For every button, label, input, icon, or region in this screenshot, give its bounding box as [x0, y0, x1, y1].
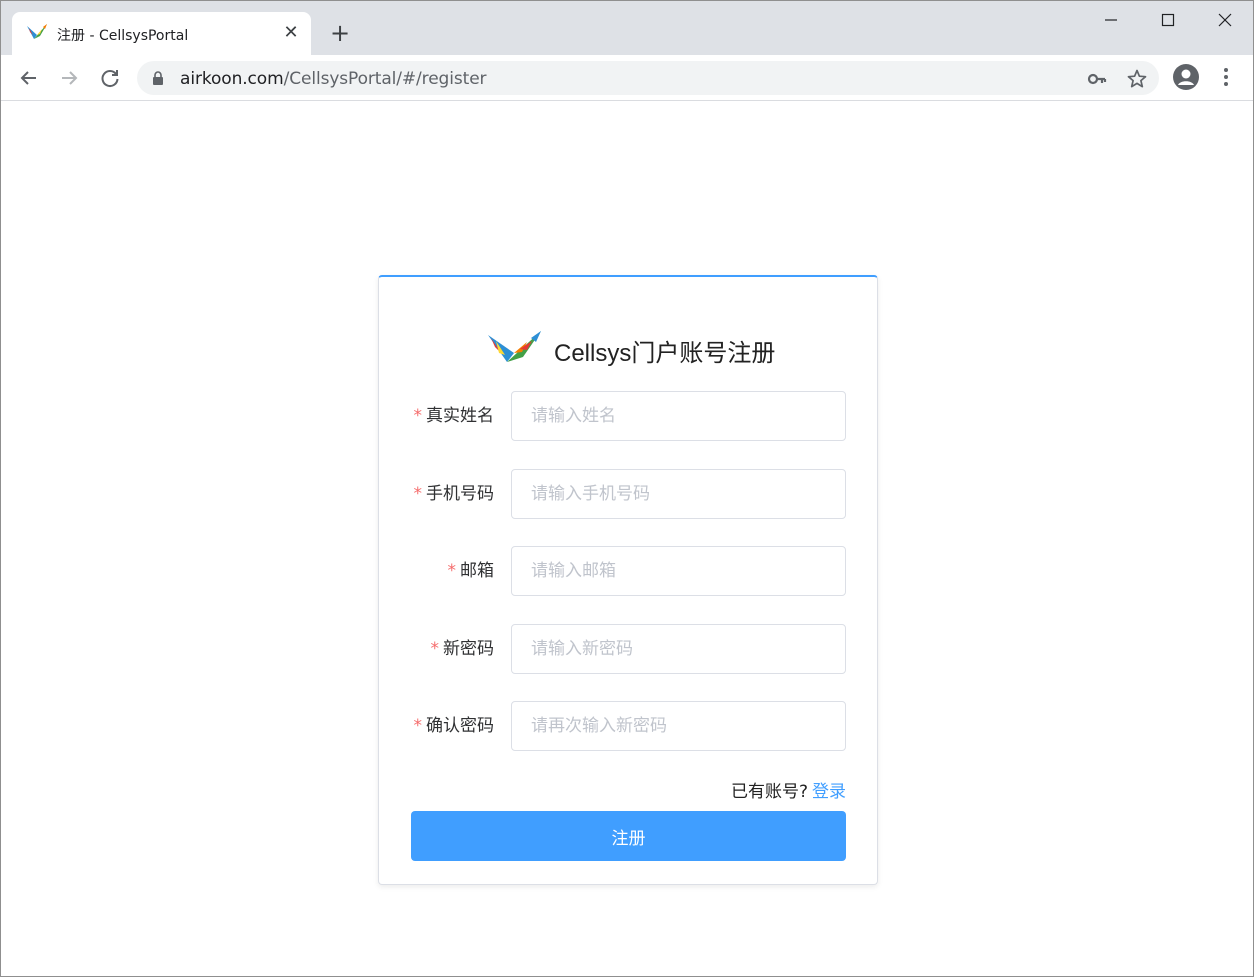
- confirm-password-label-text: 确认密码: [426, 716, 494, 736]
- url-path: /CellsysPortal/#/register: [283, 69, 487, 89]
- real-name-input[interactable]: [511, 391, 846, 441]
- new-password-label: * 新密码: [431, 624, 495, 674]
- reload-icon[interactable]: [97, 65, 123, 91]
- login-prompt: 已有账号? 登录: [731, 777, 846, 802]
- email-label-text: 邮箱: [460, 561, 494, 581]
- kebab-menu-icon[interactable]: [1216, 65, 1236, 89]
- cellsys-logo-icon: [488, 331, 541, 362]
- browser-toolbar: airkoon.com/CellsysPortal/#/register: [1, 55, 1253, 101]
- new-tab-plus-icon[interactable]: +: [327, 21, 353, 47]
- required-mark: *: [413, 484, 423, 504]
- form-item-new-password: * 新密码: [379, 624, 877, 674]
- browser-window: 注册 - CellsysPortal ✕ + airkoon.com/Cells…: [0, 0, 1254, 977]
- new-password-label-text: 新密码: [443, 639, 494, 659]
- key-icon[interactable]: [1086, 68, 1108, 90]
- form-item-real-name: * 真实姓名: [379, 391, 877, 441]
- phone-label: * 手机号码: [414, 469, 495, 519]
- browser-tab[interactable]: 注册 - CellsysPortal ✕: [12, 12, 311, 55]
- login-prompt-text: 已有账号?: [730, 782, 808, 802]
- required-mark: *: [413, 406, 423, 426]
- forward-arrow-icon[interactable]: [56, 65, 82, 91]
- lock-icon: [153, 71, 163, 85]
- cellsys-logo-icon: [27, 24, 47, 39]
- form-item-email: * 邮箱: [379, 546, 877, 596]
- real-name-label-text: 真实姓名: [426, 406, 494, 426]
- tab-close-icon[interactable]: ✕: [280, 22, 302, 44]
- email-label: * 邮箱: [448, 546, 495, 596]
- tab-title: 注册 - CellsysPortal: [57, 28, 189, 44]
- page-title: Cellsys门户账号注册: [554, 340, 776, 367]
- address-bar[interactable]: airkoon.com/CellsysPortal/#/register: [137, 61, 1159, 95]
- new-password-input[interactable]: [511, 624, 846, 674]
- login-link[interactable]: 登录: [812, 782, 846, 802]
- window-close-icon[interactable]: [1210, 9, 1240, 33]
- confirm-password-label: * 确认密码: [414, 701, 495, 751]
- url-text: airkoon.com/CellsysPortal/#/register: [180, 69, 487, 89]
- register-card: Cellsys门户账号注册 *真实姓名 *手机号码 *邮箱 *新密码 *确认密码…: [378, 275, 878, 885]
- url-host: airkoon.com: [180, 69, 284, 89]
- required-mark: *: [430, 639, 440, 659]
- profile-avatar-icon[interactable]: [1172, 63, 1200, 91]
- form-item-phone: * 手机号码: [379, 469, 877, 519]
- form-item-confirm-password: * 确认密码: [379, 701, 877, 751]
- phone-label-text: 手机号码: [426, 484, 494, 504]
- maximize-icon[interactable]: [1153, 9, 1183, 33]
- confirm-password-input[interactable]: [511, 701, 846, 751]
- email-input[interactable]: [511, 546, 846, 596]
- required-mark: *: [413, 716, 423, 736]
- register-submit-button[interactable]: 注册: [411, 811, 846, 861]
- required-mark: *: [447, 561, 457, 581]
- minimize-icon[interactable]: [1095, 9, 1125, 33]
- bookmark-star-icon[interactable]: [1126, 68, 1148, 90]
- back-arrow-icon[interactable]: [16, 65, 42, 91]
- tab-strip: 注册 - CellsysPortal ✕ +: [1, 1, 1253, 55]
- real-name-label: * 真实姓名: [414, 391, 495, 441]
- phone-input[interactable]: [511, 469, 846, 519]
